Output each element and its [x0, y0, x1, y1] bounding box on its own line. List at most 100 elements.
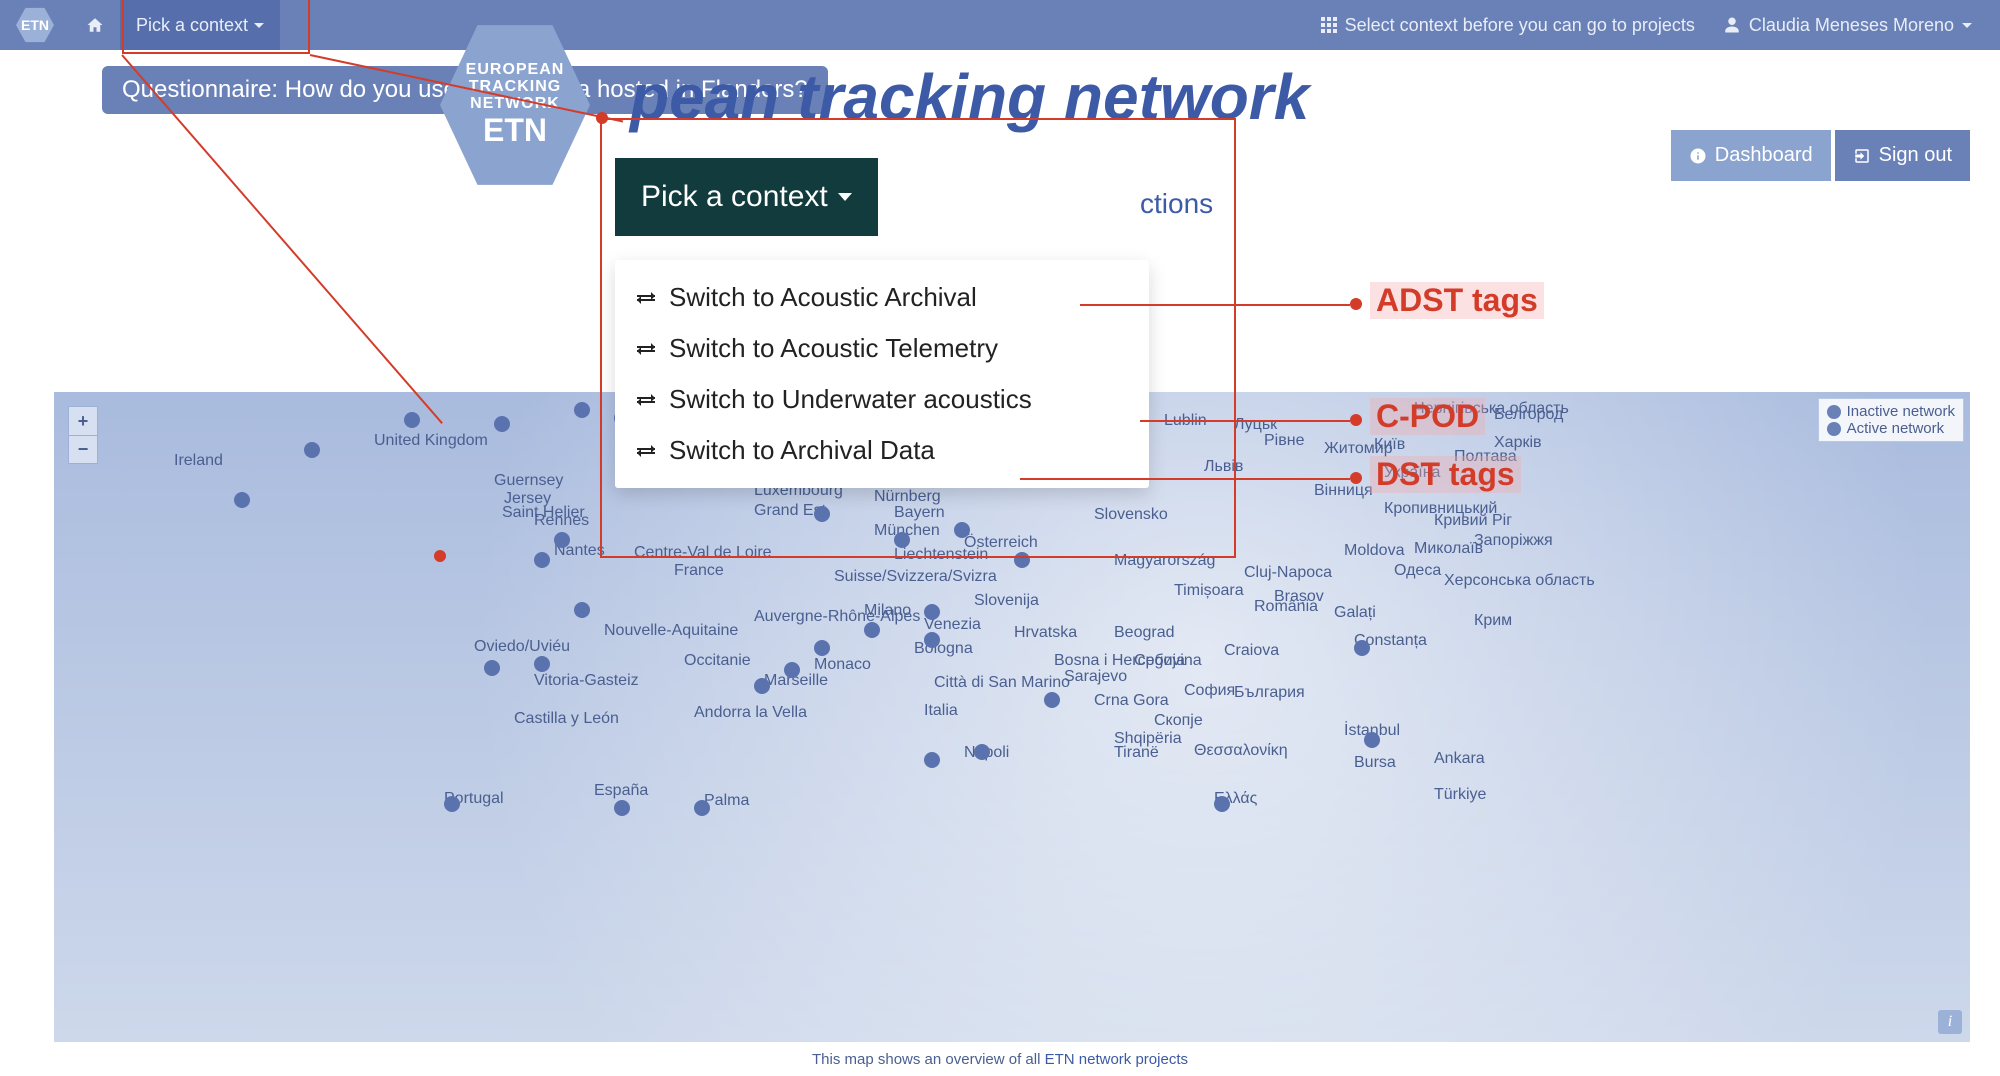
- map-legend: Inactive network Active network: [1818, 398, 1964, 442]
- annotation-dot: [1350, 298, 1362, 310]
- map-country-label: Vitoria-Gasteiz: [534, 672, 639, 690]
- map-country-label: United Kingdom: [374, 432, 488, 450]
- map-country-label: España: [594, 782, 648, 800]
- legend-dot-icon: [1827, 422, 1841, 436]
- menu-item-archival-data[interactable]: Switch to Archival Data: [623, 425, 1141, 476]
- map-network-point[interactable]: [494, 416, 510, 432]
- map-country-label: Città di San Marino: [934, 674, 1070, 692]
- map-info-button[interactable]: i: [1938, 1010, 1962, 1034]
- menu-item-acoustic-telemetry[interactable]: Switch to Acoustic Telemetry: [623, 323, 1141, 374]
- map-country-label: Луцьк: [1234, 416, 1277, 434]
- map-network-point[interactable]: [974, 744, 990, 760]
- footer-link[interactable]: ETN network projects: [1045, 1051, 1188, 1068]
- grid-icon: [1321, 17, 1337, 33]
- map-country-label: Beograd: [1114, 624, 1175, 642]
- map-network-point[interactable]: [1354, 640, 1370, 656]
- map-network-point[interactable]: [554, 532, 570, 548]
- home-icon: [86, 16, 104, 34]
- map-network-point[interactable]: [404, 412, 420, 428]
- legend-active: Active network: [1827, 420, 1955, 437]
- annotation-dot: [434, 550, 446, 562]
- map-network-point[interactable]: [614, 800, 630, 816]
- annotation-dot: [1350, 472, 1362, 484]
- map-country-label: Moldova: [1344, 542, 1404, 560]
- map-network-point[interactable]: [924, 752, 940, 768]
- zoom-out-button[interactable]: −: [69, 435, 97, 463]
- callout-pick-context-button[interactable]: Pick a context: [615, 158, 878, 236]
- map-network-point[interactable]: [534, 552, 550, 568]
- map-country-label: България: [1234, 684, 1305, 702]
- map-network-point[interactable]: [1214, 796, 1230, 812]
- annotation-label-cpod: C-POD: [1370, 398, 1485, 435]
- footer-prefix: This map shows an overview of all: [812, 1051, 1045, 1068]
- select-context-message: Select context before you can go to proj…: [1321, 15, 1695, 36]
- map-country-label: Bursa: [1354, 754, 1396, 772]
- map-zoom-controls: + −: [68, 406, 98, 464]
- map-country-label: Cluj-Napoca: [1244, 564, 1332, 582]
- map-network-point[interactable]: [484, 660, 500, 676]
- map-country-label: Italia: [924, 702, 958, 720]
- map-network-point[interactable]: [864, 622, 880, 638]
- map-country-label: Guernsey: [494, 472, 563, 490]
- select-context-text: Select context before you can go to proj…: [1345, 15, 1695, 36]
- chevron-down-icon: [1962, 23, 1972, 28]
- map-network-point[interactable]: [694, 800, 710, 816]
- map-country-label: Крим: [1474, 612, 1512, 630]
- map-country-label: Ireland: [174, 452, 223, 470]
- map-country-label: Crna Gora: [1094, 692, 1169, 710]
- map-network-point[interactable]: [784, 662, 800, 678]
- map-footer: This map shows an overview of all ETN ne…: [0, 1051, 2000, 1068]
- annotation-source-highlight: [122, 0, 310, 54]
- annotation-connector: [1020, 478, 1350, 480]
- map-country-label: Tiranë: [1114, 744, 1159, 762]
- annotation-connector: [1140, 420, 1350, 422]
- etn-logo[interactable]: ETN: [16, 6, 54, 44]
- annotation-connector: [1080, 304, 1350, 306]
- swap-icon: [637, 346, 655, 352]
- hero-logo-abbr: ETN: [483, 114, 547, 148]
- menu-item-acoustic-archival[interactable]: Switch to Acoustic Archival: [623, 272, 1141, 323]
- map-country-label: Slovenija: [974, 592, 1039, 610]
- swap-icon: [637, 295, 655, 301]
- dashboard-label: Dashboard: [1715, 144, 1813, 167]
- map-network-point[interactable]: [444, 796, 460, 812]
- swap-icon: [637, 397, 655, 403]
- map-country-label: Galați: [1334, 604, 1376, 622]
- home-button[interactable]: [70, 0, 120, 50]
- map-network-point[interactable]: [924, 604, 940, 620]
- action-buttons: Dashboard Sign out: [1671, 130, 1970, 181]
- map-network-point[interactable]: [534, 656, 550, 672]
- dashboard-button[interactable]: Dashboard: [1671, 130, 1831, 181]
- map-country-label: Одеса: [1394, 562, 1441, 580]
- map-network-point[interactable]: [234, 492, 250, 508]
- map-network-point[interactable]: [1044, 692, 1060, 708]
- map-network-point[interactable]: [1364, 732, 1380, 748]
- map-country-label: Suisse/Svizzera/Svizra: [834, 568, 997, 586]
- map-country-label: Рівне: [1264, 432, 1304, 450]
- map-country-label: Palma: [704, 792, 749, 810]
- map-country-label: Timișoara: [1174, 582, 1244, 600]
- map-country-label: Bologna: [914, 640, 973, 658]
- map-country-label: France: [674, 562, 724, 580]
- signout-button[interactable]: Sign out: [1835, 130, 1970, 181]
- map-country-label: Θεσσαλονίκη: [1194, 742, 1288, 760]
- annotation-dot: [1350, 414, 1362, 426]
- map-country-label: Ankara: [1434, 750, 1485, 768]
- menu-item-underwater-acoustics[interactable]: Switch to Underwater acoustics: [623, 374, 1141, 425]
- map-network-point[interactable]: [304, 442, 320, 458]
- map-country-label: Castilla y León: [514, 710, 619, 728]
- legend-dot-icon: [1827, 405, 1841, 419]
- user-menu[interactable]: Claudia Meneses Moreno: [1723, 15, 1972, 36]
- map-country-label: Запоріжжя: [1474, 532, 1553, 550]
- map-network-point[interactable]: [814, 640, 830, 656]
- map-country-label: Вінниця: [1314, 482, 1373, 500]
- zoom-in-button[interactable]: +: [69, 407, 97, 435]
- map-network-point[interactable]: [754, 678, 770, 694]
- signout-label: Sign out: [1879, 144, 1952, 167]
- map-network-point[interactable]: [574, 402, 590, 418]
- map-country-label: Hrvatska: [1014, 624, 1077, 642]
- map-network-point[interactable]: [924, 632, 940, 648]
- map-country-label: София: [1184, 682, 1235, 700]
- map-network-point[interactable]: [574, 602, 590, 618]
- map-country-label: Харків: [1494, 434, 1542, 452]
